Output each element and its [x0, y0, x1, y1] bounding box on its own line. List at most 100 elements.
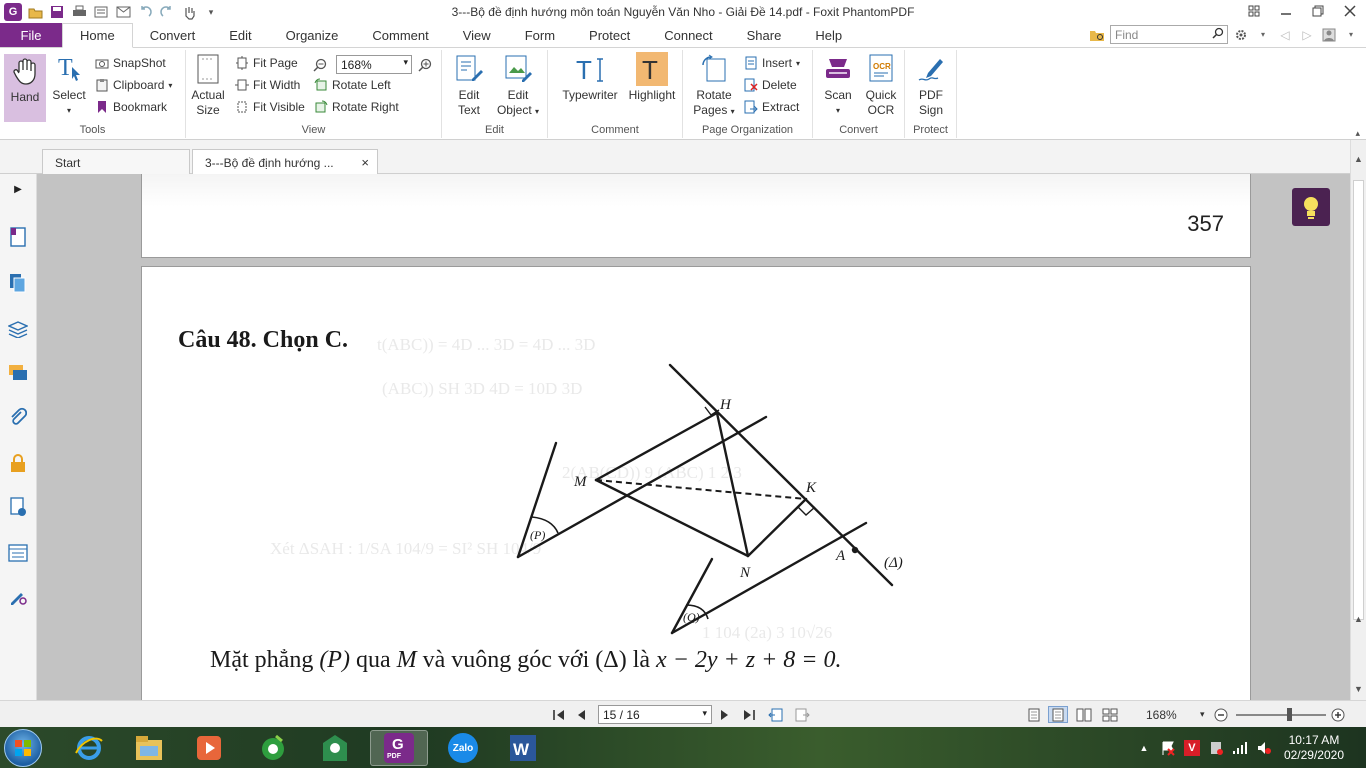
show-hidden-icons-arrow-icon[interactable]: ▲ [1134, 738, 1154, 758]
coccoc-browser-icon[interactable] [244, 730, 302, 766]
zoom-in-icon[interactable] [417, 57, 432, 72]
system-clock[interactable]: 10:17 AM 02/29/2020 [1284, 733, 1344, 763]
snapshot-button[interactable]: SnapShot [94, 53, 166, 73]
close-tab-icon[interactable]: × [361, 155, 369, 170]
tab-comment[interactable]: Comment [355, 23, 445, 47]
pages-icon[interactable] [7, 272, 29, 294]
fit-page-button[interactable]: Fit Page [234, 53, 298, 73]
zoom-slider-handle[interactable] [1287, 708, 1292, 721]
microsoft-word-icon[interactable]: W [494, 730, 552, 766]
zoom-slider-track[interactable] [1236, 714, 1326, 716]
previous-view-icon[interactable] [768, 706, 784, 723]
tip-lightbulb-button[interactable] [1292, 188, 1330, 226]
clipboard-button[interactable]: Clipboard ▾ [94, 75, 172, 95]
zoom-in-circle-icon[interactable] [1331, 706, 1345, 723]
hand-tool-icon[interactable] [180, 3, 198, 21]
properties-icon[interactable] [92, 3, 110, 21]
attachments-icon[interactable] [7, 406, 29, 428]
device-icon[interactable] [1206, 738, 1226, 758]
select-button[interactable]: T Select ▾ [49, 52, 89, 118]
pdf-sign-button[interactable]: PDF Sign [911, 52, 951, 118]
tab-edit[interactable]: Edit [212, 23, 268, 47]
typewriter-button[interactable]: T Typewriter [558, 52, 622, 103]
bookmark-button[interactable]: Bookmark [94, 97, 167, 117]
chevron-down-icon[interactable]: ▾ [1254, 26, 1272, 44]
tab-connect[interactable]: Connect [647, 23, 729, 47]
collapse-ribbon-icon[interactable]: ▴ [1355, 128, 1360, 139]
comments-icon[interactable] [7, 362, 29, 384]
previous-page-icon[interactable] [576, 706, 586, 723]
media-player-icon[interactable] [180, 730, 238, 766]
delete-button[interactable]: Delete [743, 75, 797, 95]
vnedu-app-icon[interactable] [306, 730, 364, 766]
next-result-icon[interactable]: ▷ [1298, 26, 1316, 44]
volume-muted-icon[interactable] [1254, 738, 1274, 758]
scroll-down-arrow-icon[interactable]: ▼ [1354, 684, 1363, 694]
chevron-down-icon[interactable]: ▾ [202, 3, 220, 21]
search-folder-icon[interactable] [1088, 26, 1106, 44]
page-number-input[interactable]: 15 / 16 ▾ [598, 705, 712, 724]
fit-width-button[interactable]: Fit Width [234, 75, 300, 95]
next-view-icon[interactable] [794, 706, 810, 723]
tab-start[interactable]: Start [42, 149, 190, 174]
tab-home[interactable]: Home [62, 23, 133, 48]
ribbon-options-icon[interactable] [1238, 0, 1270, 22]
document-viewer[interactable]: 357 t(ABC)) = 4D ... 3D = 4D ... 3D (ABC… [37, 174, 1350, 700]
redo-icon[interactable] [158, 3, 176, 21]
zoom-out-circle-icon[interactable] [1214, 706, 1228, 723]
internet-explorer-icon[interactable] [60, 730, 118, 766]
vietkey-icon[interactable]: V [1182, 738, 1202, 758]
first-page-icon[interactable] [552, 706, 566, 723]
zoom-percentage[interactable]: 168% [1146, 706, 1177, 723]
scroll-up-arrow-icon[interactable]: ▲ [1354, 154, 1363, 164]
email-icon[interactable] [114, 3, 132, 21]
tab-protect[interactable]: Protect [572, 23, 647, 47]
zoom-level-select[interactable]: 168% ▾ [336, 55, 412, 74]
foxit-logo-icon[interactable]: G [4, 3, 22, 21]
highlight-button[interactable]: T Highlight [626, 52, 678, 103]
scan-button[interactable]: Scan ▾ [819, 52, 857, 118]
zalo-app-icon[interactable]: Zalo [434, 730, 492, 766]
search-icon[interactable] [1212, 27, 1224, 42]
rotate-left-button[interactable]: Rotate Left [313, 75, 391, 95]
rotate-pages-button[interactable]: Rotate Pages ▾ [689, 52, 739, 119]
action-center-flag-icon[interactable] [1158, 738, 1178, 758]
expand-panel-icon[interactable]: ▶ [7, 178, 29, 200]
scrollbar-thumb[interactable] [1353, 180, 1364, 620]
chevron-down-icon[interactable]: ▾ [1342, 26, 1360, 44]
quick-ocr-button[interactable]: OCR Quick OCR [861, 52, 901, 118]
save-icon[interactable] [48, 3, 66, 21]
user-icon[interactable] [1320, 26, 1338, 44]
print-icon[interactable] [70, 3, 88, 21]
continuous-facing-view-icon[interactable] [1102, 706, 1118, 723]
next-page-icon[interactable] [720, 706, 730, 723]
facing-view-icon[interactable] [1076, 706, 1092, 723]
open-folder-icon[interactable] [26, 3, 44, 21]
rotate-right-button[interactable]: Rotate Right [313, 97, 399, 117]
minimize-button[interactable] [1270, 0, 1302, 22]
start-button[interactable] [4, 729, 42, 767]
tab-view[interactable]: View [446, 23, 508, 47]
tab-current-document[interactable]: 3---Bộ đề định hướng ... × [192, 149, 378, 174]
insert-button[interactable]: Insert ▾ [743, 53, 800, 73]
vertical-scrollbar[interactable]: ▲ ▲ ▼ [1350, 140, 1366, 700]
continuous-view-icon[interactable] [1048, 706, 1068, 723]
last-page-icon[interactable] [742, 706, 756, 723]
signatures-icon[interactable] [7, 496, 29, 518]
undo-icon[interactable] [136, 3, 154, 21]
zoom-out-icon[interactable] [312, 57, 327, 72]
actual-size-button[interactable]: Actual Size [190, 52, 226, 118]
scroll-page-up-icon[interactable]: ▲ [1354, 614, 1363, 624]
foxit-phantompdf-taskbar-icon[interactable]: G PDF [370, 730, 428, 766]
certificate-icon[interactable] [7, 586, 29, 608]
security-lock-icon[interactable] [7, 452, 29, 474]
restore-button[interactable] [1302, 0, 1334, 22]
extract-button[interactable]: Extract [743, 97, 799, 117]
layers-icon[interactable] [7, 318, 29, 340]
previous-result-icon[interactable]: ◁ [1276, 26, 1294, 44]
edit-text-button[interactable]: Edit Text [448, 52, 490, 118]
tab-share[interactable]: Share [730, 23, 799, 47]
close-button[interactable] [1334, 0, 1366, 22]
fit-visible-button[interactable]: Fit Visible [234, 97, 305, 117]
file-explorer-icon[interactable] [120, 730, 178, 766]
